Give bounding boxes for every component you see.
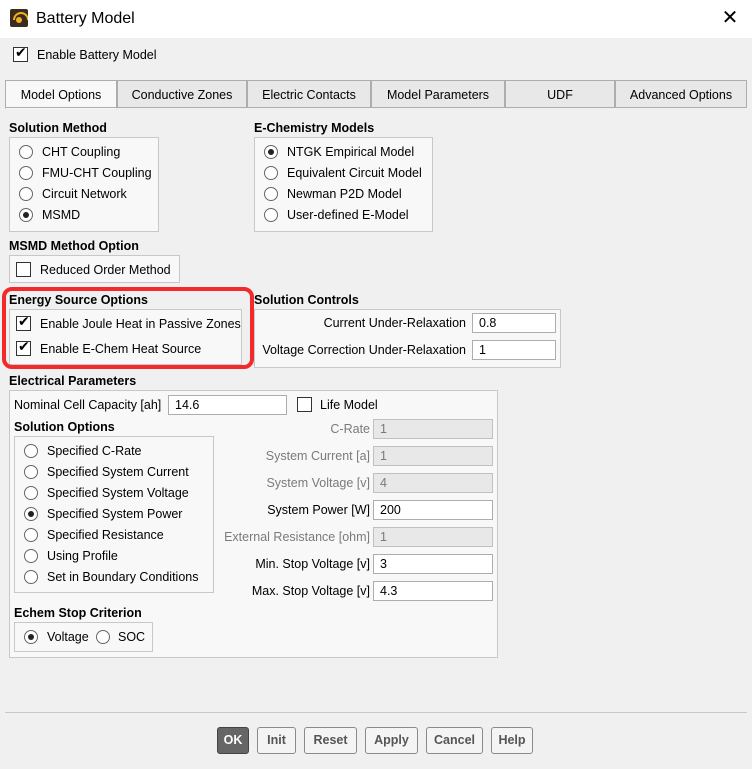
tab-model-parameters[interactable]: Model Parameters: [371, 80, 505, 108]
system-current-label: System Current [a]: [265, 449, 370, 463]
close-icon[interactable]: ✕: [718, 6, 742, 30]
apply-button[interactable]: Apply: [365, 727, 418, 754]
radio-stop-soc[interactable]: [96, 630, 110, 644]
radio-ntgk[interactable]: [264, 145, 278, 159]
tab-electric-contacts[interactable]: Electric Contacts: [247, 80, 371, 108]
radio-label: Using Profile: [47, 549, 118, 563]
radio-label: User-defined E-Model: [287, 208, 409, 222]
radio-label: Specified C-Rate: [47, 444, 142, 458]
min-stop-voltage-input[interactable]: 3: [373, 554, 493, 574]
external-resistance-label: External Resistance [ohm]: [224, 530, 370, 544]
footer-separator: [5, 712, 747, 713]
tab-bar: Model Options Conductive Zones Electric …: [5, 80, 747, 109]
radio-label: NTGK Empirical Model: [287, 145, 415, 159]
radio-label: Specified System Current: [47, 465, 189, 479]
life-model-label: Life Model: [320, 398, 378, 412]
current-relaxation-label: Current Under-Relaxation: [323, 316, 466, 330]
ok-button[interactable]: OK: [217, 727, 249, 754]
radio-user-defined[interactable]: [264, 208, 278, 222]
tab-advanced-options[interactable]: Advanced Options: [615, 80, 747, 108]
radio-fmu-cht-coupling[interactable]: [19, 166, 33, 180]
tab-model-options[interactable]: Model Options: [5, 80, 117, 109]
tab-conductive-zones[interactable]: Conductive Zones: [117, 80, 247, 108]
radio-stop-voltage[interactable]: [24, 630, 38, 644]
current-relaxation-input[interactable]: 0.8: [472, 313, 556, 333]
min-stop-voltage-label: Min. Stop Voltage [v]: [255, 557, 370, 571]
cancel-button[interactable]: Cancel: [426, 727, 483, 754]
radio-label: Specified Resistance: [47, 528, 164, 542]
system-power-label: System Power [W]: [267, 503, 370, 517]
radio-label: Specified System Power: [47, 507, 183, 521]
solution-controls-title: Solution Controls: [254, 293, 359, 307]
radio-label: Set in Boundary Conditions: [47, 570, 199, 584]
init-button[interactable]: Init: [257, 727, 296, 754]
system-current-input[interactable]: 1: [373, 446, 493, 466]
radio-label: Equivalent Circuit Model: [287, 166, 422, 180]
radio-label: MSMD: [42, 208, 81, 222]
external-resistance-input[interactable]: 1: [373, 527, 493, 547]
reset-button[interactable]: Reset: [304, 727, 357, 754]
max-stop-voltage-label: Max. Stop Voltage [v]: [251, 584, 370, 598]
capacity-input[interactable]: 14.6: [168, 395, 287, 415]
c-rate-label: C-Rate: [330, 422, 370, 436]
radio-c-rate[interactable]: [24, 444, 38, 458]
voltage-relaxation-input[interactable]: 1: [472, 340, 556, 360]
c-rate-input[interactable]: 1: [373, 419, 493, 439]
life-model-checkbox[interactable]: [297, 397, 312, 412]
help-button[interactable]: Help: [491, 727, 533, 754]
radio-equivalent-circuit[interactable]: [264, 166, 278, 180]
radio-boundary-conditions[interactable]: [24, 570, 38, 584]
electrical-params-title: Electrical Parameters: [9, 374, 137, 388]
tab-udf[interactable]: UDF: [505, 80, 615, 108]
title-bar: Battery Model ✕: [0, 0, 752, 38]
radio-label: SOC: [118, 630, 146, 644]
radio-label: FMU-CHT Coupling: [42, 166, 152, 180]
red-highlight-annotation: [2, 287, 254, 369]
system-voltage-input[interactable]: 4: [373, 473, 493, 493]
radio-label: CHT Coupling: [42, 145, 121, 159]
enable-battery-model-checkbox[interactable]: [13, 45, 28, 62]
radio-system-current[interactable]: [24, 465, 38, 479]
app-icon: [10, 9, 28, 27]
system-power-input[interactable]: 200: [373, 500, 493, 520]
solution-options-title: Solution Options: [14, 420, 115, 434]
radio-label: Circuit Network: [42, 187, 127, 201]
radio-circuit-network[interactable]: [19, 187, 33, 201]
radio-system-voltage[interactable]: [24, 486, 38, 500]
radio-msmd[interactable]: [19, 208, 33, 222]
system-voltage-label: System Voltage [v]: [266, 476, 370, 490]
reduced-order-label: Reduced Order Method: [40, 263, 171, 277]
radio-system-power[interactable]: [24, 507, 38, 521]
window-title: Battery Model: [36, 10, 135, 27]
capacity-label: Nominal Cell Capacity [ah]: [14, 398, 162, 412]
radio-resistance[interactable]: [24, 528, 38, 542]
radio-label: Specified System Voltage: [47, 486, 189, 500]
reduced-order-checkbox[interactable]: [16, 262, 31, 277]
stop-criterion-title: Echem Stop Criterion: [14, 606, 142, 620]
voltage-relaxation-label: Voltage Correction Under-Relaxation: [262, 343, 466, 357]
radio-label: Voltage: [47, 630, 89, 644]
msmd-option-title: MSMD Method Option: [9, 239, 139, 253]
max-stop-voltage-input[interactable]: 4.3: [373, 581, 493, 601]
radio-cht-coupling[interactable]: [19, 145, 33, 159]
radio-label: Newman P2D Model: [287, 187, 402, 201]
echem-models-title: E-Chemistry Models: [254, 121, 375, 135]
enable-battery-model-label: Enable Battery Model: [37, 48, 157, 62]
radio-newman-p2d[interactable]: [264, 187, 278, 201]
solution-method-title: Solution Method: [9, 121, 107, 135]
radio-using-profile[interactable]: [24, 549, 38, 563]
